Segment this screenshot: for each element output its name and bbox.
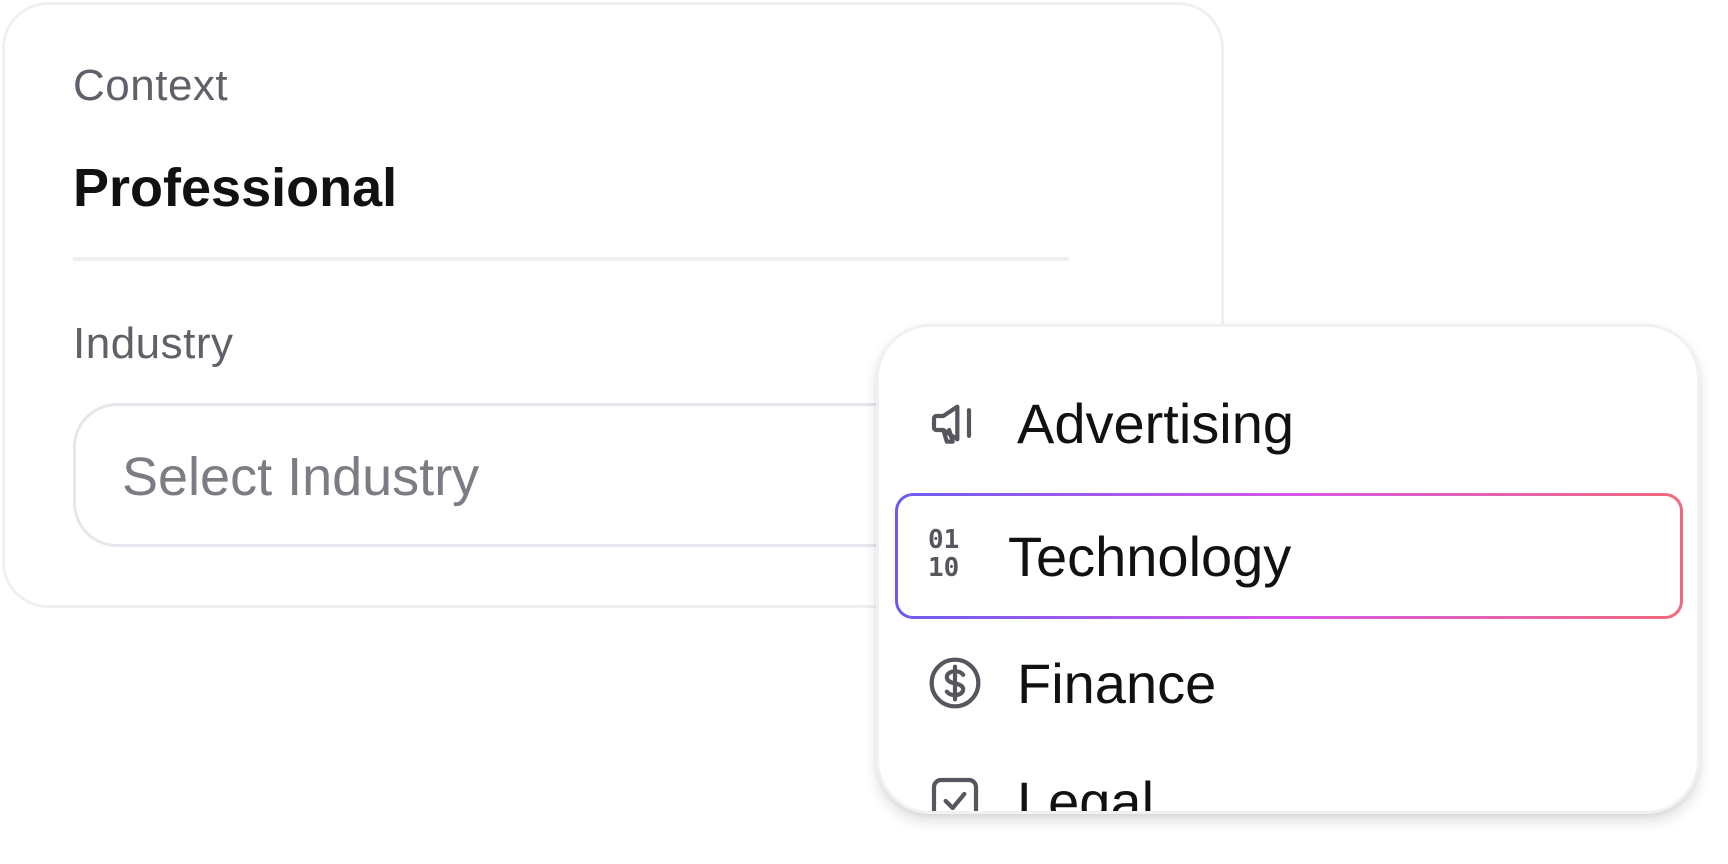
option-label: Legal bbox=[1017, 770, 1155, 814]
option-label: Technology bbox=[1008, 525, 1292, 588]
industry-label: Industry bbox=[73, 319, 234, 368]
check-square-icon bbox=[927, 773, 983, 811]
option-legal[interactable]: Legal bbox=[879, 741, 1697, 814]
binary-icon: 01 10 bbox=[928, 526, 988, 586]
option-finance[interactable]: Finance bbox=[879, 623, 1697, 743]
binary-icon-row: 10 bbox=[928, 553, 960, 583]
option-label: Finance bbox=[1017, 652, 1217, 715]
divider bbox=[73, 257, 1069, 261]
binary-icon-row: 01 bbox=[928, 525, 960, 555]
context-label: Context bbox=[73, 61, 229, 110]
option-label: Advertising bbox=[1017, 392, 1295, 455]
option-technology[interactable]: 01 10 Technology bbox=[895, 493, 1683, 619]
option-advertising[interactable]: Advertising bbox=[879, 363, 1697, 483]
context-value[interactable]: Professional bbox=[73, 157, 397, 219]
dollar-circle-icon bbox=[927, 655, 983, 711]
industry-select-placeholder: Select Industry bbox=[122, 447, 480, 507]
megaphone-icon bbox=[927, 395, 983, 451]
industry-dropdown: Advertising 01 10 Technology Finance Leg… bbox=[876, 324, 1700, 814]
